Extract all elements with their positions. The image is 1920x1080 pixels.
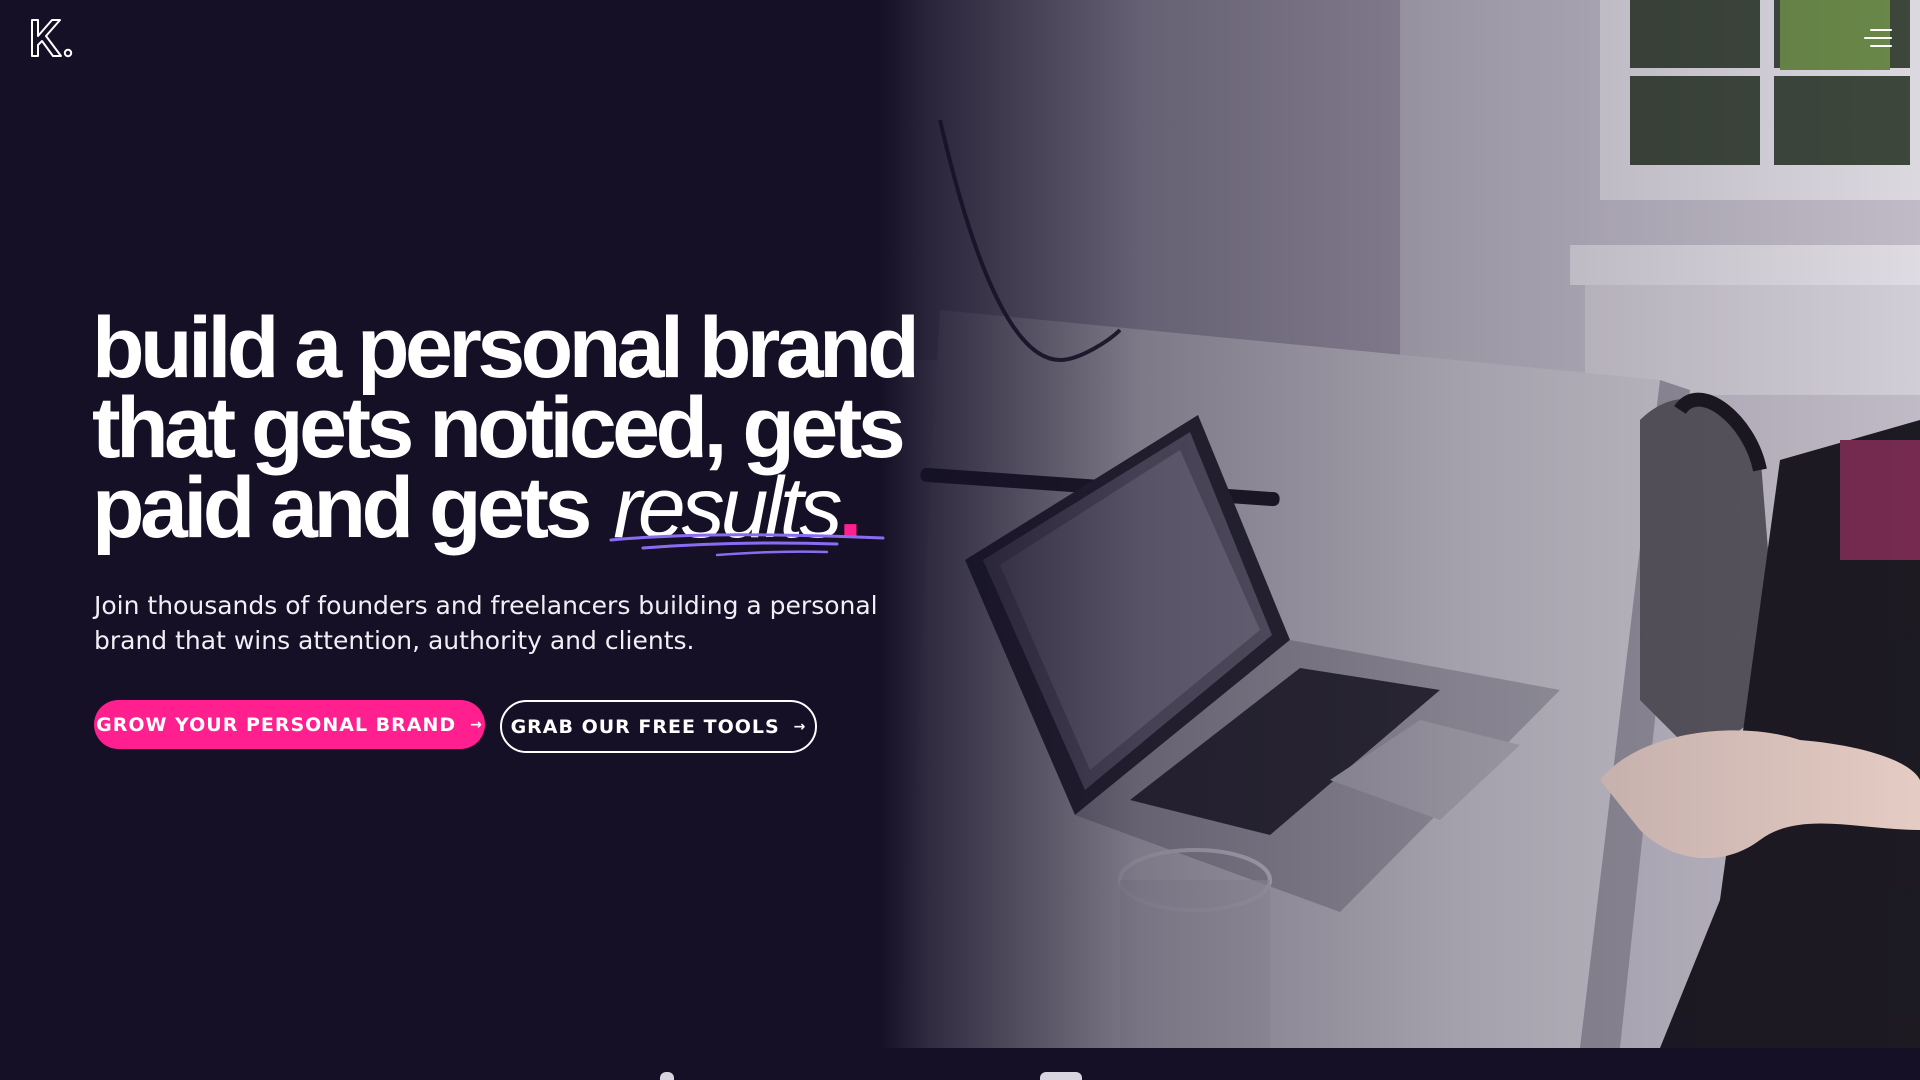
hero-heading-line-1: build a personal brand: [92, 300, 920, 396]
hero-heading-line-3: paid and gets results.: [92, 465, 1072, 557]
grow-personal-brand-button[interactable]: GROW YOUR PERSONAL BRAND →: [94, 700, 485, 749]
site-logo[interactable]: [30, 18, 74, 60]
partner-logos-strip: [0, 1048, 1920, 1080]
menu-line: [1870, 45, 1892, 47]
scribble-underline-icon: [609, 533, 885, 557]
menu-line: [1870, 29, 1892, 31]
grow-personal-brand-label: GROW YOUR PERSONAL BRAND: [96, 713, 457, 736]
grab-free-tools-label: GRAB OUR FREE TOOLS: [510, 715, 780, 738]
partner-logo: [1040, 1072, 1082, 1080]
partner-logo: [660, 1072, 674, 1080]
hero-heading-line-2: that gets noticed, gets: [92, 380, 906, 476]
hero-heading: build a personal brand that gets noticed…: [92, 300, 1072, 557]
k-logo-icon: [31, 19, 73, 58]
hamburger-menu-icon[interactable]: [1864, 26, 1892, 50]
grab-free-tools-button[interactable]: GRAB OUR FREE TOOLS →: [500, 700, 817, 753]
hero-subtitle: Join thousands of founders and freelance…: [94, 591, 878, 655]
arrow-right-icon: →: [793, 718, 807, 735]
arrow-right-icon: →: [470, 716, 483, 733]
menu-line: [1864, 37, 1892, 39]
hero-heading-line-3-prefix: paid and gets: [92, 460, 592, 556]
hero-heading-accent-word: results.: [607, 460, 885, 557]
